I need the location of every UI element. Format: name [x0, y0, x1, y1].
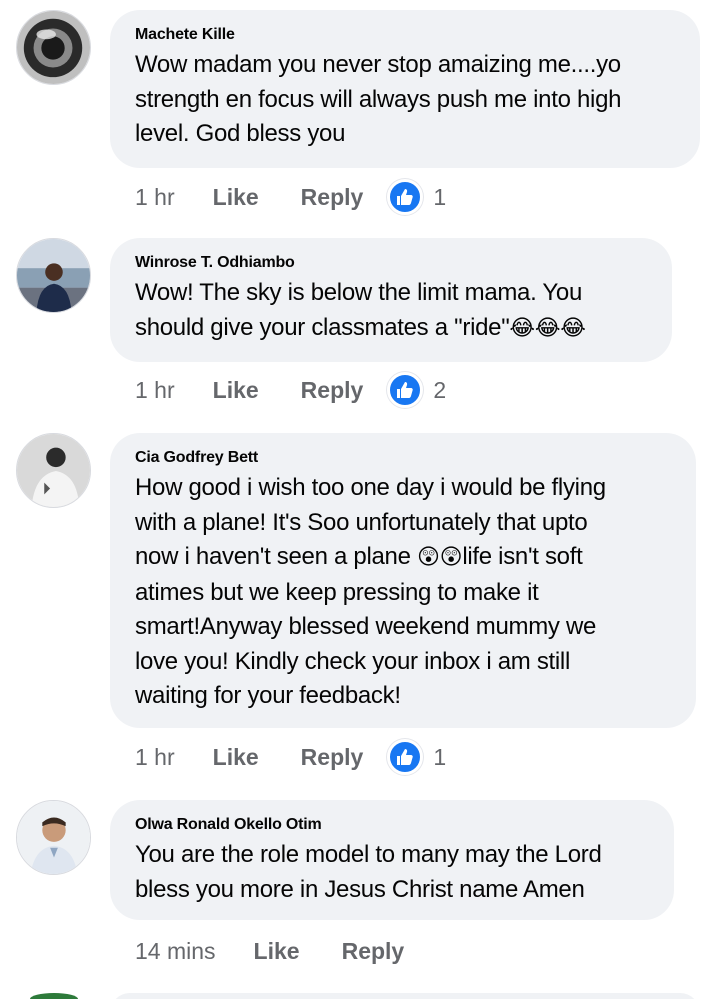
comment-author[interactable]: Cia Godfrey Bett	[135, 449, 672, 467]
reply-button[interactable]: Reply	[301, 184, 364, 211]
reply-button[interactable]: Reply	[301, 744, 364, 771]
comment-author[interactable]: Winrose T. Odhiambo	[135, 254, 648, 272]
reaction-count[interactable]: 1	[387, 179, 446, 215]
thumbs-up-icon	[387, 739, 424, 775]
comment-bubble: Winrose T. Odhiambo Wow! The sky is belo…	[110, 238, 672, 362]
avatar[interactable]	[30, 993, 78, 999]
astonished-emoji: 😲😲	[417, 545, 463, 570]
comment-time[interactable]: 1 hr	[135, 377, 175, 404]
reaction-count[interactable]: 2	[387, 372, 446, 408]
comment-actions: 1 hr Like Reply 1	[135, 179, 446, 215]
comment-actions: 14 mins Like Reply	[135, 934, 404, 968]
comment-text: Wow madam you never stop amaizing me....…	[135, 51, 622, 147]
profile-photo-icon	[17, 239, 90, 312]
reply-button[interactable]: Reply	[342, 938, 405, 965]
avatar[interactable]	[16, 800, 91, 875]
comment-text: How good i wish too one day i would be f…	[135, 474, 606, 709]
comment-text: Wow! The sky is below the limit mama. Yo…	[135, 279, 586, 341]
comment-bubble: Olwa Ronald Okello Otim You are the role…	[110, 800, 674, 920]
comment-time[interactable]: 1 hr	[135, 744, 175, 771]
reaction-count[interactable]: 1	[387, 739, 446, 775]
comment-time[interactable]: 14 mins	[135, 938, 216, 965]
reply-button[interactable]: Reply	[301, 377, 364, 404]
laughing-emoji: 😂😂😂	[509, 315, 586, 341]
avatar[interactable]	[16, 238, 91, 313]
thumbs-up-icon	[387, 372, 424, 408]
comment-bubble: Cia Godfrey Bett How good i wish too one…	[110, 433, 696, 728]
comment-bubble	[110, 993, 700, 999]
thumbs-up-icon	[387, 179, 424, 215]
like-button[interactable]: Like	[213, 184, 259, 211]
avatar[interactable]	[16, 433, 91, 508]
avatar[interactable]	[16, 10, 91, 85]
comment-actions: 1 hr Like Reply 2	[135, 372, 446, 408]
profile-photo-icon	[17, 434, 90, 507]
comment-bubble: Machete Kille Wow madam you never stop a…	[110, 10, 700, 168]
profile-photo-icon	[17, 11, 90, 84]
like-button[interactable]: Like	[254, 938, 300, 965]
comment-actions: 1 hr Like Reply 1	[135, 739, 446, 775]
comment-author[interactable]: Olwa Ronald Okello Otim	[135, 816, 650, 834]
comment-author[interactable]: Machete Kille	[135, 26, 676, 44]
profile-photo-icon	[17, 801, 90, 874]
like-button[interactable]: Like	[213, 377, 259, 404]
comment-text: You are the role model to many may the L…	[135, 841, 602, 903]
comment-time[interactable]: 1 hr	[135, 184, 175, 211]
like-button[interactable]: Like	[213, 744, 259, 771]
